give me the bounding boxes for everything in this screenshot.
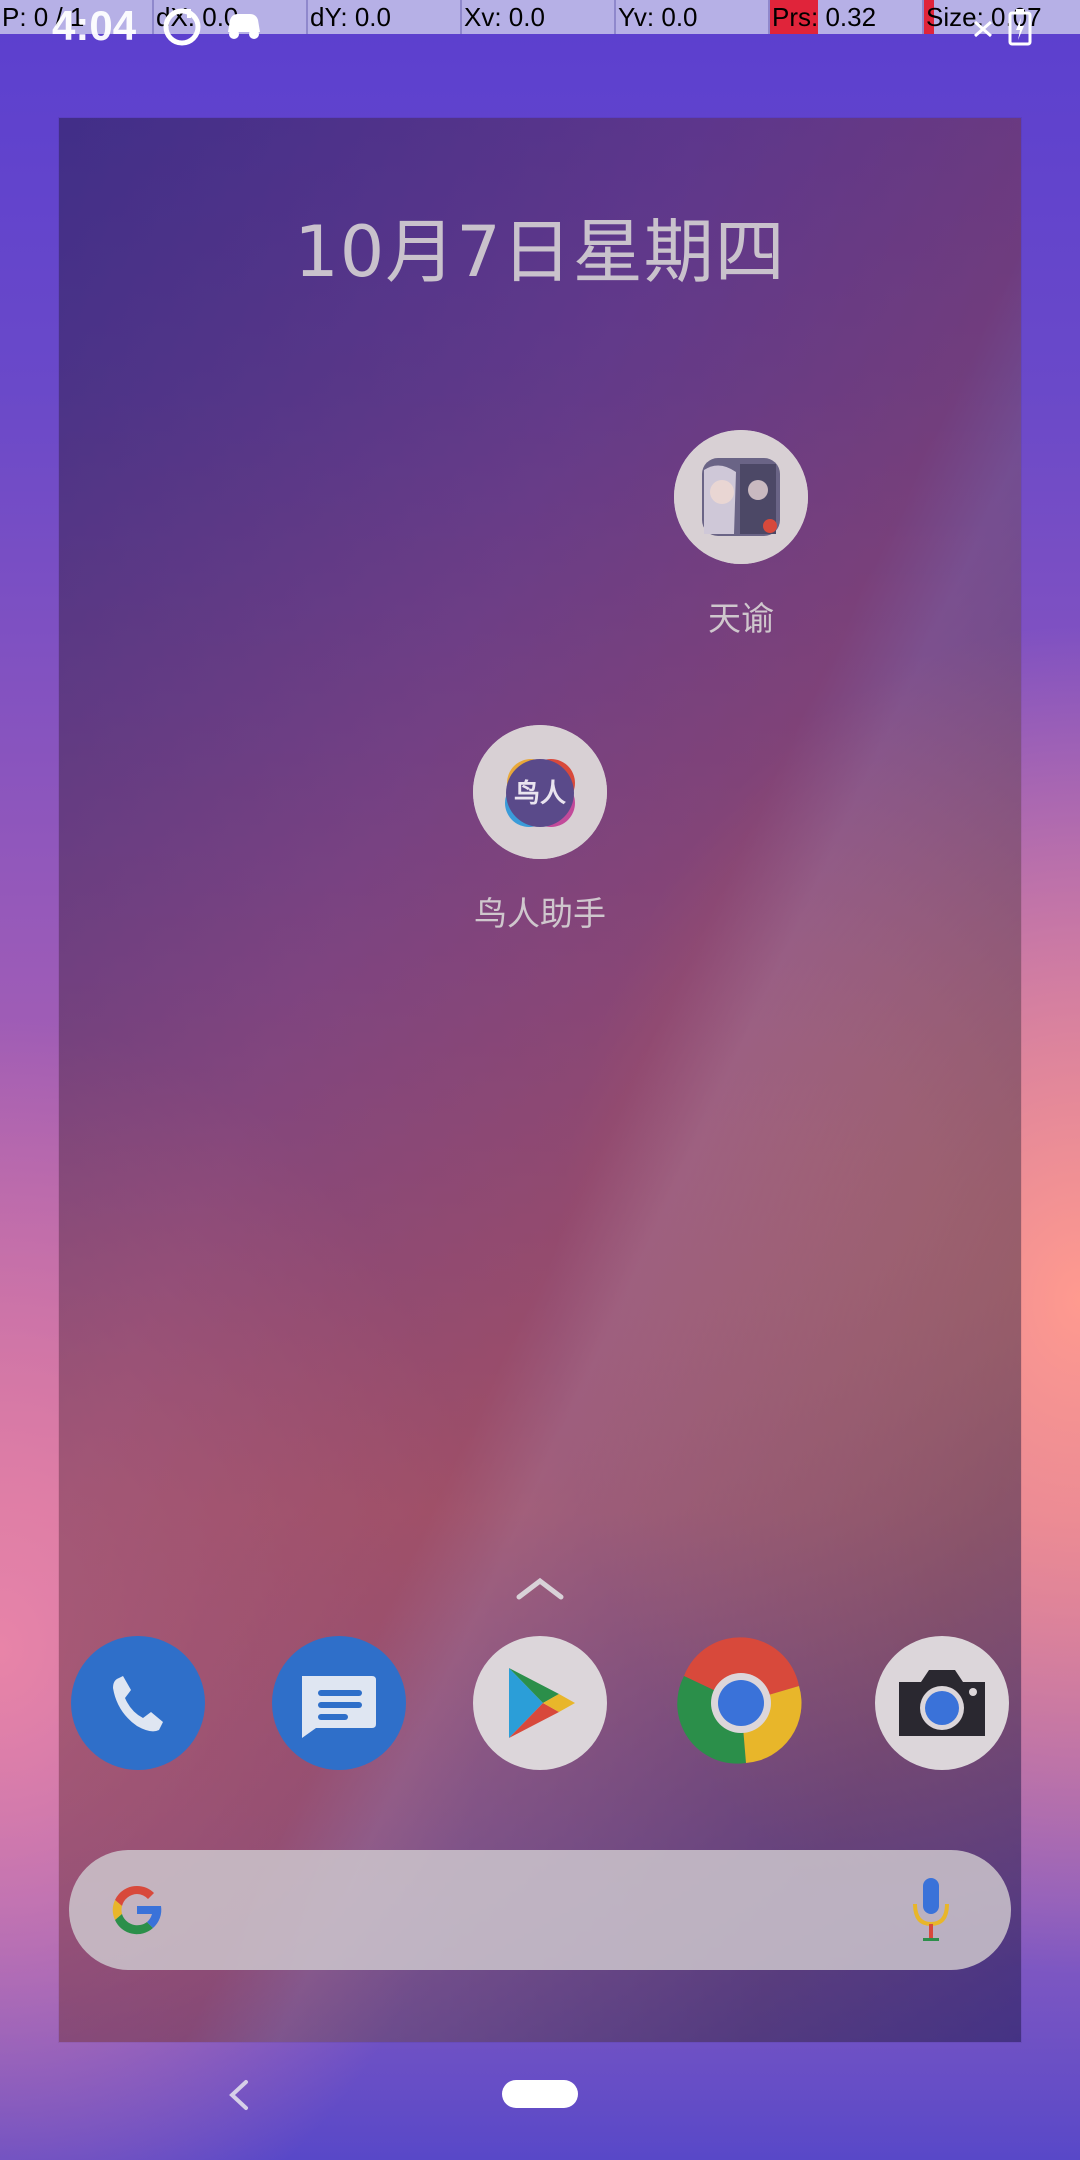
- app-niaoren-assistant[interactable]: 鸟人 鸟人助手: [440, 725, 640, 935]
- google-search-bar[interactable]: [69, 1850, 1011, 1970]
- play-store-app[interactable]: [473, 1636, 607, 1770]
- home-button[interactable]: [502, 2080, 578, 2108]
- car-icon: [228, 14, 260, 39]
- camera-icon: [899, 1670, 985, 1736]
- app-drawer-up-icon[interactable]: [515, 1575, 565, 1601]
- status-bar: 4:04: [0, 0, 1080, 54]
- app-tianyu[interactable]: 天谕: [641, 430, 841, 640]
- niaoren-icon-text: 鸟人: [513, 779, 566, 809]
- signal-off-icon: [974, 20, 992, 38]
- niaoren-assistant-icon: 鸟人: [473, 725, 607, 859]
- camera-app[interactable]: [875, 1636, 1009, 1770]
- phone-icon: [113, 1676, 163, 1732]
- microphone-icon[interactable]: [909, 1876, 953, 1942]
- status-time: 4:04: [52, 2, 137, 49]
- battery-icon: [1008, 9, 1032, 46]
- game-tianyu-icon: [674, 430, 808, 564]
- chrome-icon: [677, 1637, 802, 1764]
- date-widget[interactable]: 10月7日星期四: [0, 196, 1080, 297]
- chrome-app[interactable]: [674, 1636, 808, 1770]
- play-store-icon: [509, 1668, 575, 1738]
- messages-icon: [302, 1676, 376, 1738]
- phone-app[interactable]: [71, 1636, 205, 1770]
- back-icon[interactable]: [224, 2078, 254, 2112]
- app-label: 天谕: [708, 599, 774, 638]
- messages-app[interactable]: [272, 1636, 406, 1770]
- sync-icon: [163, 8, 201, 46]
- app-label: 鸟人助手: [474, 894, 606, 933]
- google-g-icon: [112, 1885, 162, 1935]
